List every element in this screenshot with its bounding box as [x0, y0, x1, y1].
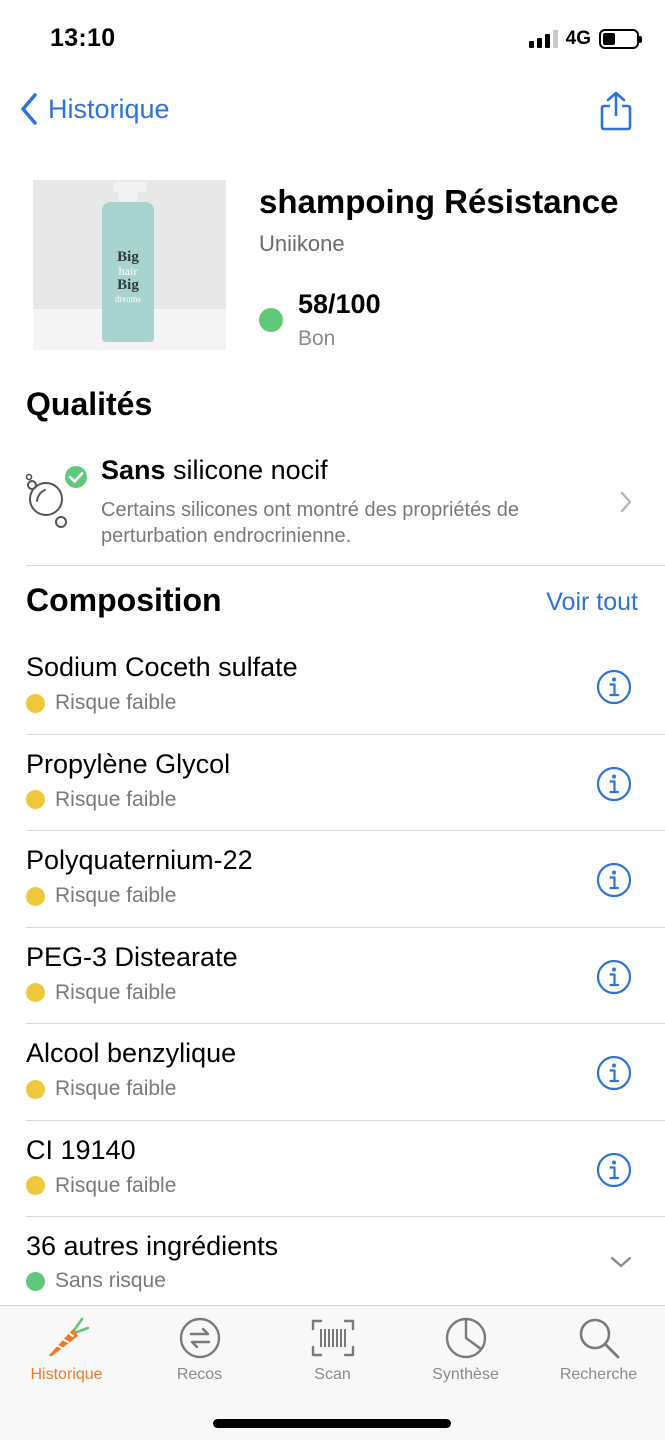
divider — [26, 565, 665, 566]
composition-title: Composition — [26, 582, 222, 618]
more-ingredients-label: 36 autres ingrédients — [26, 1231, 279, 1261]
battery-icon — [599, 29, 642, 49]
tab-label: Synthèse — [432, 1366, 499, 1383]
risk-dot-icon — [26, 790, 45, 809]
risk-dot-icon — [26, 1271, 45, 1291]
ingredient-row[interactable]: CI 19140 Risque faible — [0, 1121, 665, 1217]
back-button[interactable]: Historique — [20, 93, 170, 125]
score-label: Bon — [298, 327, 336, 350]
see-all-link[interactable]: Voir tout — [546, 588, 638, 617]
bubbles-check-icon — [25, 466, 87, 528]
status-time: 13:10 — [50, 24, 116, 52]
status-indicators: 4G — [528, 28, 642, 50]
qualites-title: Qualités — [26, 386, 153, 422]
status-bar: 13:10 4G — [0, 0, 665, 80]
ingredient-name: Propylène Glycol — [26, 748, 231, 779]
product-image-label: Big hair Big dreams — [115, 249, 141, 305]
risk-dot-icon — [26, 983, 45, 1002]
pie-chart-icon — [445, 1317, 486, 1359]
ingredient-row[interactable]: Polyquaternium-22 Risque faible — [0, 831, 665, 928]
risk-dot-icon — [26, 693, 45, 713]
ingredient-row[interactable]: PEG-3 Distearate Risque faible — [0, 928, 665, 1024]
info-icon[interactable] — [596, 959, 632, 995]
chevron-left-icon — [21, 93, 37, 125]
quality-item-sans-silicone[interactable]: Sans silicone nocif Certains silicones o… — [0, 447, 665, 565]
more-ingredients-risk: Sans risque — [26, 1269, 166, 1293]
share-button[interactable] — [599, 91, 633, 136]
signal-icon — [528, 30, 558, 48]
ingredient-list: Sodium Coceth sulfate Risque faible Prop… — [0, 638, 665, 1217]
tab-historique[interactable]: Historique — [0, 1316, 133, 1391]
tab-scan[interactable]: Scan — [266, 1316, 399, 1391]
ingredient-risk: Risque faible — [26, 1174, 176, 1198]
ingredient-row[interactable]: Sodium Coceth sulfate Risque faible — [0, 638, 665, 735]
info-icon[interactable] — [596, 766, 632, 802]
recos-icon — [179, 1317, 220, 1359]
search-icon — [579, 1318, 619, 1359]
navigation-bar: Historique — [0, 85, 665, 141]
info-icon[interactable] — [596, 862, 632, 898]
tab-recherche[interactable]: Recherche — [532, 1316, 665, 1391]
ingredient-risk: Risque faible — [26, 691, 176, 715]
ingredient-name: Sodium Coceth sulfate — [26, 652, 298, 682]
ingredient-row[interactable]: Propylène Glycol Risque faible — [0, 735, 665, 831]
product-header: Big hair Big dreams shampoing Résistance… — [0, 175, 665, 360]
tab-label: Scan — [314, 1366, 351, 1383]
ingredient-risk: Risque faible — [26, 1077, 176, 1101]
ingredient-name: Alcool benzylique — [26, 1038, 237, 1068]
info-icon[interactable] — [596, 669, 632, 705]
ingredient-row[interactable]: Alcool benzylique Risque faible — [0, 1024, 665, 1121]
quality-description: Certains silicones ont montré des propri… — [101, 499, 519, 547]
carrot-icon — [48, 1317, 89, 1357]
score-indicator — [259, 308, 283, 332]
ingredient-risk: Risque faible — [26, 788, 176, 812]
ingredient-risk: Risque faible — [26, 981, 176, 1005]
share-icon — [600, 91, 632, 131]
tab-label: Recos — [176, 1366, 223, 1383]
product-name: shampoing Résistance — [259, 183, 619, 220]
product-brand: Uniikone — [259, 231, 345, 256]
info-icon[interactable] — [596, 1152, 632, 1188]
ingredient-name: PEG-3 Distearate — [26, 941, 238, 972]
tab-synthese[interactable]: Synthèse — [399, 1316, 532, 1391]
product-image: Big hair Big dreams — [33, 180, 226, 350]
network-label: 4G — [565, 28, 591, 49]
home-indicator[interactable] — [213, 1419, 451, 1428]
quality-title: Sans silicone nocif — [101, 455, 328, 485]
ingredient-name: CI 19140 — [26, 1134, 136, 1165]
back-label: Historique — [48, 93, 170, 124]
ingredient-risk: Risque faible — [26, 884, 176, 908]
info-icon[interactable] — [596, 1055, 632, 1091]
ingredient-name: Polyquaternium-22 — [26, 845, 253, 875]
chevron-down-icon — [610, 1256, 632, 1268]
tab-label: Recherche — [559, 1366, 638, 1383]
tab-bar: Historique Recos Scan Synthèse Recherche — [0, 1305, 665, 1440]
chevron-right-icon — [620, 491, 632, 513]
risk-dot-icon — [26, 1079, 45, 1099]
product-score: 58/100 — [298, 289, 381, 319]
tab-recos[interactable]: Recos — [133, 1316, 266, 1391]
risk-dot-icon — [26, 886, 45, 906]
more-ingredients-row[interactable]: 36 autres ingrédients Sans risque — [0, 1217, 665, 1305]
barcode-icon — [311, 1319, 354, 1357]
tab-label: Historique — [30, 1366, 103, 1383]
risk-dot-icon — [26, 1176, 45, 1195]
